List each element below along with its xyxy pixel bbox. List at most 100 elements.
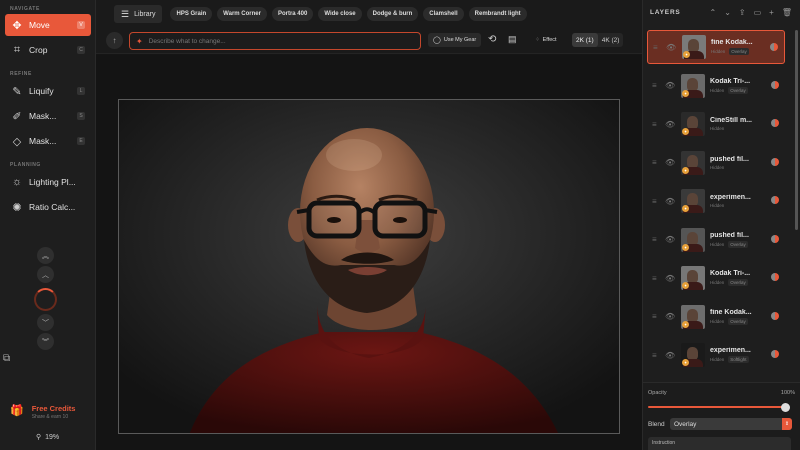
layer-status: Hidden [710, 241, 725, 247]
eye-icon[interactable]: 👁 [666, 43, 678, 52]
tool-liquify[interactable]: ✎ Liquify L [5, 80, 91, 102]
layer-mask-toggle-icon[interactable] [771, 119, 779, 127]
drag-handle-icon[interactable]: ≡ [652, 351, 662, 360]
layer-mask-toggle-icon[interactable] [771, 80, 779, 89]
prompt-bar: ↑ ✦ ◯ Use My Gear ⟲ ▤ ⁘ Effect 2K (1) 4K… [96, 28, 642, 54]
layer-thumbnail: ✦ [681, 304, 705, 329]
opacity-slider-knob[interactable] [781, 403, 790, 412]
tool-mask-brush[interactable]: ✐ Mask... S [5, 105, 91, 127]
drag-handle-icon[interactable]: ≡ [652, 312, 662, 321]
arrow-up-icon: ↑ [112, 36, 117, 45]
generated-badge-icon: ✦ [682, 243, 689, 251]
layer-row[interactable]: ≡ 👁 ✦ CineStill m... Hidden [647, 107, 785, 141]
layer-list: ≡ 👁 ✦ fine Kodak... Hidden Overlay ≡ 👁 ✦ Kodak Tr… [643, 26, 795, 382]
drag-handle-icon[interactable]: ≡ [652, 120, 662, 129]
double-chevron-up-icon: ︽ [42, 252, 49, 260]
layer-mask-toggle-icon[interactable] [771, 196, 779, 204]
layer-thumbnail: ✦ [681, 73, 705, 98]
tool-mask-label: Mask... [29, 136, 57, 146]
layer-mask-toggle-icon[interactable] [770, 43, 778, 51]
drag-handle-icon[interactable]: ≡ [652, 235, 662, 244]
layer-row[interactable]: ≡ 👁 ✦ Kodak Tri-... Hidden Overlay [647, 69, 785, 103]
scroll-down-button[interactable]: ﹀ [37, 314, 54, 331]
drag-handle-icon[interactable]: ≡ [653, 43, 663, 52]
blend-mode-select[interactable]: Overlay ⇕ [670, 418, 792, 430]
preset-chip[interactable]: Wide close [318, 7, 362, 21]
eye-icon[interactable]: 👁 [665, 235, 677, 244]
tool-lighting-planner[interactable]: ☼ Lighting Pl... [5, 171, 91, 193]
eye-icon[interactable]: 👁 [665, 351, 677, 360]
layer-mask-toggle-icon[interactable] [771, 350, 779, 358]
layer-mask-toggle-icon[interactable] [771, 273, 779, 281]
tool-ratio-calculator[interactable]: ✺ Ratio Calc... [5, 196, 91, 218]
export-icon[interactable]: ⇪ [739, 8, 746, 17]
layer-mask-toggle-icon[interactable] [771, 157, 779, 166]
resolution-2k-button[interactable]: 2K (1) [572, 33, 598, 47]
layer-name: experimen... [710, 347, 751, 354]
history-icon[interactable]: ⟲ [488, 34, 496, 45]
eye-icon[interactable]: 👁 [665, 81, 677, 90]
left-sidebar: NAVIGATE ✥ Move V ⌗ Crop C REFINE ✎ Liqu… [0, 0, 96, 450]
chevron-down-icon[interactable]: ⌄ [724, 8, 731, 17]
layer-status: Hidden [710, 318, 725, 324]
plus-icon[interactable]: + [769, 8, 774, 17]
portrait-photo[interactable] [118, 99, 620, 434]
liquify-icon: ✎ [12, 85, 22, 98]
zoom-indicator[interactable]: ⚲ 19% [36, 433, 59, 442]
tool-mask-eraser[interactable]: ◇ Mask... E [5, 130, 91, 152]
preset-chip[interactable]: Rembrandt light [468, 7, 527, 21]
layer-list-scrollbar[interactable] [795, 30, 798, 230]
drag-handle-icon[interactable]: ≡ [652, 274, 662, 283]
layer-status: Hidden [711, 49, 726, 54]
layer-name: pushed fil... [710, 155, 749, 163]
instruction-label: Instruction [648, 437, 791, 450]
generated-badge-icon: ✦ [682, 320, 689, 328]
eye-icon[interactable]: 👁 [665, 312, 677, 321]
layer-row[interactable]: ≡ 👁 ✦ fine Kodak... Hidden Overlay [647, 30, 785, 64]
layer-row[interactable]: ≡ 👁 ✦ experimen... Hidden [647, 184, 785, 218]
preset-chip[interactable]: Dodge & burn [366, 7, 419, 21]
folder-icon[interactable]: ▭ [754, 8, 762, 17]
layer-blend-badge: Overlay [728, 86, 748, 94]
eye-icon[interactable]: 👁 [665, 120, 677, 129]
eye-icon[interactable]: 👁 [665, 274, 677, 283]
loading-spinner [34, 288, 57, 311]
preset-chip[interactable]: HPS Grain [170, 7, 213, 21]
prompt-input[interactable] [148, 37, 409, 45]
resolution-4k-button[interactable]: 4K (2) [598, 33, 624, 47]
effect-button[interactable]: ⁘ Effect [531, 33, 561, 47]
scroll-top-button[interactable]: ︽ [37, 247, 54, 264]
drag-handle-icon[interactable]: ≡ [652, 197, 662, 206]
trash-icon[interactable]: 🗑 [782, 8, 792, 17]
opacity-value: 100% [780, 390, 795, 396]
layer-mask-toggle-icon[interactable] [771, 234, 779, 243]
chevron-up-icon[interactable]: ⌃ [710, 8, 717, 17]
scroll-bottom-button[interactable]: ︾ [37, 333, 54, 350]
layer-row[interactable]: ≡ 👁 ✦ pushed fil... Hidden Overlay [647, 223, 785, 257]
prompt-field[interactable]: ✦ [129, 32, 421, 50]
layer-row[interactable]: ≡ 👁 ✦ Kodak Tri-... Hidden Overlay [647, 261, 785, 295]
preset-chip[interactable]: Portra 400 [271, 7, 314, 21]
preset-chip[interactable]: Clamshell [423, 7, 464, 21]
drag-handle-icon[interactable]: ≡ [652, 158, 662, 167]
layer-mask-toggle-icon[interactable] [771, 311, 779, 320]
library-button[interactable]: ☰ Library [114, 5, 163, 23]
preset-chip[interactable]: Warm Corner [217, 7, 267, 21]
layer-row[interactable]: ≡ 👁 ✦ experimen... Hidden Softlight [647, 338, 785, 372]
layer-status: Hidden [710, 203, 725, 208]
back-button[interactable]: ↑ [106, 32, 123, 49]
use-my-gear-button[interactable]: ◯ Use My Gear [428, 33, 482, 47]
free-credits-link[interactable]: 🎁 Free Credits Share & earn 10 [10, 404, 75, 420]
layer-row[interactable]: ≡👁 ✦ pushed fil...Hidden [647, 146, 785, 180]
tool-move[interactable]: ✥ Move V [5, 14, 91, 36]
eye-icon[interactable]: 👁 [665, 158, 677, 167]
panel-toggle-icon[interactable]: ⧉ [3, 353, 15, 365]
layer-row[interactable]: ≡ 👁 ✦ fine Kodak... Hidden Overlay [647, 300, 785, 334]
opacity-slider[interactable] [648, 403, 790, 412]
compare-icon[interactable]: ▤ [508, 34, 517, 45]
scroll-up-button[interactable]: ︿ [37, 266, 54, 283]
tool-crop[interactable]: ⌗ Crop C [5, 39, 91, 61]
layer-thumbnail: ✦ [681, 112, 705, 136]
drag-handle-icon[interactable]: ≡ [652, 81, 662, 90]
eye-icon[interactable]: 👁 [665, 197, 677, 206]
